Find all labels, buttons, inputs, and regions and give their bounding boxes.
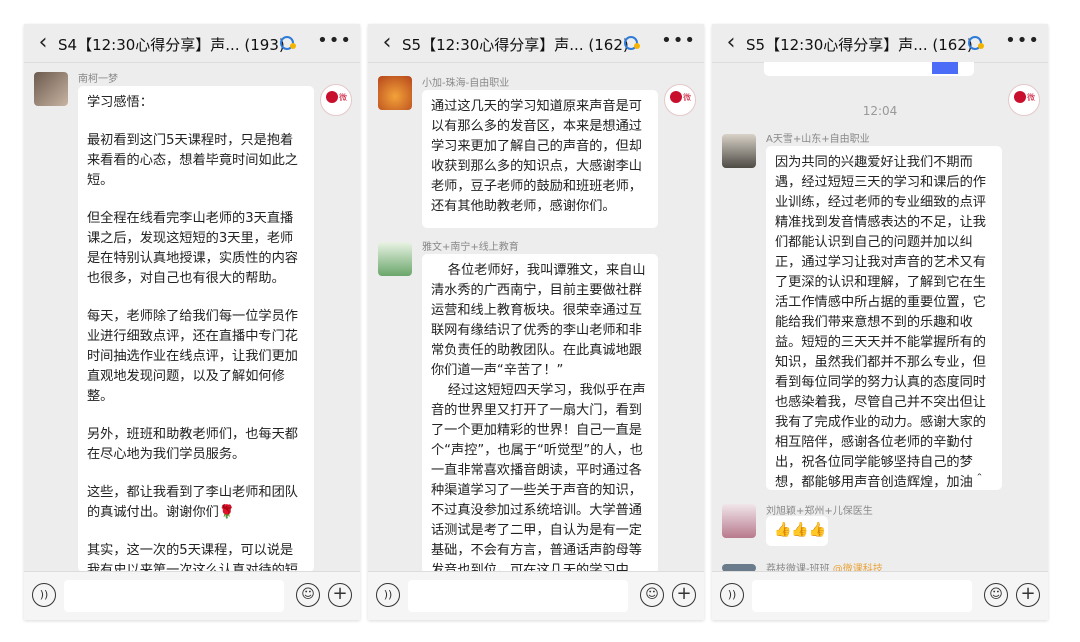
input-bar: )) ☺ +: [24, 571, 360, 620]
message-input[interactable]: [64, 580, 284, 612]
sender-name: 南柯一梦: [78, 74, 118, 85]
brand-logo-icon[interactable]: 微: [664, 84, 696, 116]
link-card-icon: [932, 62, 958, 74]
chat-title: S4【12:30心得分享】声... (193): [58, 36, 285, 54]
chat-panel-2: ‹ S5【12:30心得分享】声... (162) ••• 小加-珠海-自由职业…: [368, 24, 704, 620]
chevron-left-icon[interactable]: ‹: [32, 30, 54, 56]
voice-icon[interactable]: )): [32, 583, 56, 607]
emoji-icon[interactable]: ☺: [984, 583, 1008, 607]
message-bubble[interactable]: 通过这几天的学习知道原来声音是可以有那么多的发音区，本来是想通过学习来更加了解自…: [422, 90, 658, 228]
message-input[interactable]: [752, 580, 972, 612]
message-paragraph: 这些，都让我看到了李山老师和团队的真诚付出。谢谢你们🌹: [87, 485, 298, 520]
group-badge-icon: [280, 36, 296, 50]
chat-header: ‹ S5【12:30心得分享】声... (162) •••: [712, 24, 1048, 63]
avatar[interactable]: [378, 242, 412, 276]
avatar[interactable]: [34, 72, 68, 106]
avatar[interactable]: [378, 76, 412, 110]
sender-name: 雅文+南宁+线上教育: [422, 242, 519, 253]
message-bubble[interactable]: 因为共同的兴趣爱好让我们不期而遇，经过短短三天的学习和课后的作业训练，经过老师的…: [766, 146, 1002, 490]
more-dots-icon[interactable]: •••: [661, 30, 696, 51]
chat-header: ‹ S4【12:30心得分享】声... (193) •••: [24, 24, 360, 63]
message-paragraph: 每天，老师除了给我们每一位学员作业进行细致点评，还在直播中专门花时间抽选作业在线…: [87, 309, 298, 404]
more-dots-icon[interactable]: •••: [317, 30, 352, 51]
message-paragraph: 因为共同的兴趣爱好让我们不期而遇，经过短短三天的学习和课后的作业训练，经过老师的…: [775, 155, 986, 490]
voice-icon[interactable]: )): [720, 583, 744, 607]
message-paragraph: 但全程在线看完李山老师的3天直播课之后，发现这短短的3天里，老师是在特别认真地授…: [87, 211, 298, 286]
brand-logo-icon[interactable]: 微: [320, 84, 352, 116]
input-bar: )) ☺ +: [712, 571, 1048, 620]
message-paragraph: 学习感悟：: [87, 95, 153, 110]
more-dots-icon[interactable]: •••: [1005, 30, 1040, 51]
chat-title: S5【12:30心得分享】声... (162): [402, 36, 629, 54]
thumbs-up-reaction: 👍👍👍: [774, 522, 827, 538]
emoji-icon[interactable]: ☺: [640, 583, 664, 607]
sender-name: 刘旭颖+郑州+儿保医生: [766, 506, 873, 517]
plus-icon[interactable]: +: [1016, 583, 1040, 607]
sender-name: 小加-珠海-自由职业: [422, 78, 510, 89]
plus-icon[interactable]: +: [672, 583, 696, 607]
message-input[interactable]: [408, 580, 628, 612]
message-paragraph: 最初看到这门5天课程时，只是抱着来看看的心态，想着毕竟时间如此之短。: [87, 133, 298, 188]
plus-icon[interactable]: +: [328, 583, 352, 607]
chat-title: S5【12:30心得分享】声... (162): [746, 36, 973, 54]
chat-panel-3: ‹ S5【12:30心得分享】声... (162) ••• 微 12:04 A天…: [712, 24, 1048, 620]
message-paragraph: 另外，班班和助教老师们，也每天都在尽心地为我们学员服务。: [87, 427, 298, 462]
avatar[interactable]: [722, 504, 756, 538]
message-paragraph: 其实，这一次的5天课程，可以说是我有史以来第一次这么认真对待的短期课程。因为李山…: [87, 543, 298, 572]
avatar[interactable]: [722, 134, 756, 168]
chevron-left-icon[interactable]: ‹: [720, 30, 742, 56]
timestamp: 12:04: [862, 104, 898, 118]
voice-icon[interactable]: )): [376, 583, 400, 607]
input-bar: )) ☺ +: [368, 571, 704, 620]
chevron-left-icon[interactable]: ‹: [376, 30, 398, 56]
group-badge-icon: [624, 36, 640, 50]
group-badge-icon: [968, 36, 984, 50]
previous-message-bubble[interactable]: [764, 62, 974, 76]
message-paragraph: 各位老师好，我叫谭雅文，来自山清水秀的广西南宁，目前主要做社群运营和线上教育板块…: [431, 263, 646, 378]
chat-header: ‹ S5【12:30心得分享】声... (162) •••: [368, 24, 704, 63]
message-bubble[interactable]: 👍👍👍: [766, 516, 828, 546]
chat-panel-1: ‹ S4【12:30心得分享】声... (193) ••• 南柯一梦 微 学习感…: [24, 24, 360, 620]
message-paragraph: 通过这几天的学习知道原来声音是可以有那么多的发音区，本来是想通过学习来更加了解自…: [431, 99, 642, 214]
message-bubble[interactable]: 各位老师好，我叫谭雅文，来自山清水秀的广西南宁，目前主要做社群运营和线上教育板块…: [422, 254, 658, 574]
message-bubble[interactable]: 学习感悟： 最初看到这门5天课程时，只是抱着来看看的心态，想着毕竟时间如此之短。…: [78, 86, 314, 572]
sender-name: A天雪+山东+自由职业: [766, 134, 870, 145]
message-paragraph: 经过这短短四天学习，我似乎在声音的世界里又打开了一扇大门，看到了一个更加精彩的世…: [431, 383, 646, 574]
emoji-icon[interactable]: ☺: [296, 583, 320, 607]
